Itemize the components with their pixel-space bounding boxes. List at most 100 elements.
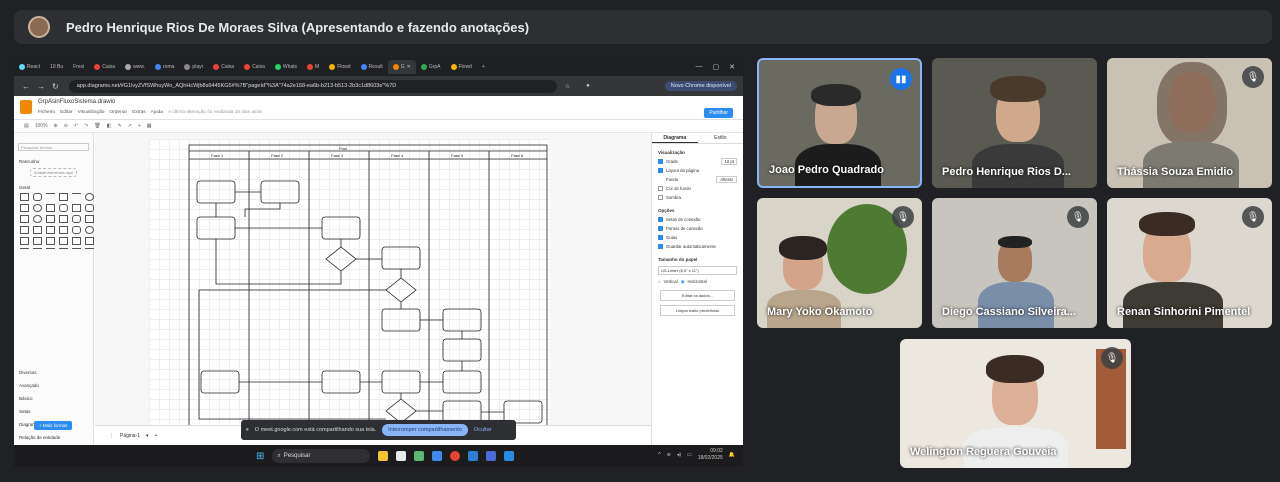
delete-icon[interactable]: 🗑 bbox=[94, 123, 100, 129]
taskbar-search[interactable]: ⌕ Pesquisar bbox=[272, 449, 371, 463]
clear-style-button[interactable]: Limpar estilo predefinido bbox=[660, 305, 735, 316]
link-shape[interactable] bbox=[85, 248, 94, 249]
zoom-in-icon[interactable]: ⊕ bbox=[54, 123, 58, 129]
tape-shape[interactable] bbox=[46, 226, 55, 234]
category-entity-relation[interactable]: Relação de entidade bbox=[19, 431, 60, 444]
participant-tile[interactable]: 🎙 Mary Yoko Okamoto bbox=[757, 198, 922, 328]
chrome-icon[interactable] bbox=[450, 451, 461, 461]
browser-tab[interactable]: Flowd bbox=[446, 60, 477, 74]
new-tab-button[interactable]: + bbox=[477, 60, 490, 74]
and-shape[interactable] bbox=[46, 237, 55, 245]
browser-tab[interactable]: Frexi bbox=[68, 60, 89, 74]
browser-tab[interactable]: GrpA bbox=[416, 60, 446, 74]
browser-tab[interactable]: www. bbox=[120, 60, 150, 74]
participant-tile[interactable]: 🎙 Diego Cassiano Silveira... bbox=[932, 198, 1097, 328]
add-page-icon[interactable]: + bbox=[155, 433, 158, 439]
url-field[interactable]: app.diagrams.net/#G1lvyZVfSWhuyWo_AQhHcW… bbox=[68, 79, 557, 93]
browser-tab[interactable]: Caixa bbox=[239, 60, 270, 74]
battery-icon[interactable]: ▭ bbox=[687, 452, 692, 458]
parallelogram-shape[interactable] bbox=[72, 204, 81, 212]
category-misc[interactable]: Diversos bbox=[19, 366, 60, 379]
grid-size-input[interactable]: 10 pt bbox=[721, 158, 737, 165]
menu-extras[interactable]: Extras bbox=[132, 110, 146, 115]
browser-tab[interactable]: M bbox=[302, 60, 324, 74]
vscode-icon[interactable] bbox=[504, 451, 515, 461]
autosave-checkbox[interactable] bbox=[658, 244, 663, 249]
dotted-line-shape[interactable] bbox=[46, 248, 55, 249]
diagram-canvas[interactable]: Pool Fase 1 Fase 2 Fase 3 Fase 4 Fase 5 … bbox=[95, 133, 651, 425]
data-storage-shape[interactable] bbox=[59, 237, 68, 245]
cube-shape[interactable] bbox=[85, 215, 94, 223]
connector-icon[interactable]: ↗ bbox=[128, 123, 132, 129]
back-icon[interactable]: ← bbox=[22, 82, 30, 91]
paper-size-select[interactable]: US-Letter (8,5" x 11") bbox=[658, 266, 737, 275]
bidirectional-arrow-shape[interactable] bbox=[72, 248, 81, 249]
trapezoid-shape[interactable] bbox=[33, 226, 42, 234]
word-icon[interactable] bbox=[432, 451, 443, 461]
browser-tab[interactable]: Whats bbox=[270, 60, 302, 74]
browser-tab[interactable]: Caixa bbox=[208, 60, 239, 74]
connection-points-checkbox[interactable] bbox=[658, 226, 663, 231]
line-shape[interactable] bbox=[20, 248, 29, 249]
reload-icon[interactable]: ↻ bbox=[52, 82, 59, 91]
page-tab[interactable]: Página-1 bbox=[120, 433, 140, 439]
diamond-shape[interactable] bbox=[59, 204, 68, 212]
browser-tab-active[interactable]: G ✕ bbox=[387, 59, 416, 74]
menu-file[interactable]: Ficheiro bbox=[38, 110, 55, 115]
stop-sharing-button[interactable]: Interromper compartilhamento bbox=[382, 424, 468, 436]
forward-icon[interactable]: → bbox=[37, 82, 45, 91]
participant-tile[interactable]: 🎙 Thássia Souza Emidio bbox=[1107, 58, 1272, 188]
square-shape[interactable] bbox=[20, 204, 29, 212]
participant-tile[interactable]: ▮▮ Joao Pedro Quadrado bbox=[757, 58, 922, 188]
hexagon-shape[interactable] bbox=[85, 204, 94, 212]
triangle-shape[interactable] bbox=[20, 215, 29, 223]
share-button[interactable]: Partilhar bbox=[704, 108, 733, 118]
insert-icon[interactable]: + bbox=[138, 123, 141, 129]
notification-bell-icon[interactable]: 🔔 bbox=[729, 452, 735, 458]
edit-data-button[interactable]: Editar os dados... bbox=[660, 290, 735, 301]
browser-tab[interactable]: Caixa bbox=[89, 60, 120, 74]
note-shape[interactable] bbox=[59, 226, 68, 234]
taskbar-clock[interactable]: 09:02 18/02/2025 bbox=[698, 448, 723, 462]
shadow-checkbox[interactable] bbox=[658, 195, 663, 200]
menu-arrange[interactable]: Ordenar bbox=[109, 110, 127, 115]
maximize-icon[interactable]: ▢ bbox=[713, 63, 720, 71]
calculator-icon[interactable] bbox=[414, 451, 425, 461]
browser-tab[interactable]: React bbox=[14, 60, 45, 74]
internal-storage-shape[interactable] bbox=[72, 215, 81, 223]
circle-shape[interactable] bbox=[33, 204, 42, 212]
last-edit-text[interactable]: A última alteração foi realizada 15 dias… bbox=[168, 110, 262, 115]
shape-search-input[interactable]: Pesquisar formas bbox=[18, 143, 89, 151]
participant-tile[interactable]: 🎙 Renan Sinhorini Pimentel bbox=[1107, 198, 1272, 328]
browser-tab[interactable]: Result bbox=[356, 60, 388, 74]
teams-icon[interactable] bbox=[486, 451, 497, 461]
update-chrome-button[interactable]: Novo Chrome disponível bbox=[664, 81, 737, 91]
cloud-shape[interactable] bbox=[46, 215, 55, 223]
tray-chevron-icon[interactable]: ^ bbox=[658, 452, 660, 458]
ellipse-shape[interactable] bbox=[85, 193, 94, 201]
card-shape[interactable] bbox=[72, 226, 81, 234]
category-basic[interactable]: Básico bbox=[19, 392, 60, 405]
more-shapes-button[interactable]: + Mais formas bbox=[34, 421, 73, 430]
browser-tab[interactable]: Flowd bbox=[324, 60, 355, 74]
zoom-out-icon[interactable]: ⊖ bbox=[64, 123, 68, 129]
drag-handle-icon[interactable]: ⏸ bbox=[246, 427, 249, 434]
list-shape[interactable] bbox=[85, 237, 94, 245]
participant-tile[interactable]: Pedro Henrique Rios D... bbox=[932, 58, 1097, 188]
volume-icon[interactable]: ◂) bbox=[677, 452, 681, 458]
menu-help[interactable]: Ajuda bbox=[151, 110, 163, 115]
or-shape[interactable] bbox=[33, 237, 42, 245]
scratchpad-header[interactable]: Rascunho bbox=[14, 159, 93, 164]
page-view-checkbox[interactable] bbox=[658, 168, 663, 173]
container-shape[interactable] bbox=[72, 237, 81, 245]
participant-tile[interactable]: 🎙 Welington Reguera Gouveia bbox=[900, 339, 1131, 468]
undo-icon[interactable]: ↶ bbox=[74, 123, 78, 129]
format-panel-icon[interactable]: ▤ bbox=[24, 123, 29, 129]
grid-checkbox[interactable] bbox=[658, 159, 663, 164]
arrow-shape[interactable] bbox=[59, 248, 68, 249]
redo-icon[interactable]: ↷ bbox=[84, 123, 88, 129]
fill-color-icon[interactable]: ◧ bbox=[107, 123, 112, 129]
text-shape[interactable] bbox=[46, 193, 55, 194]
close-tab-icon[interactable]: ✕ bbox=[407, 64, 411, 70]
menu-edit[interactable]: Editar bbox=[60, 110, 73, 115]
